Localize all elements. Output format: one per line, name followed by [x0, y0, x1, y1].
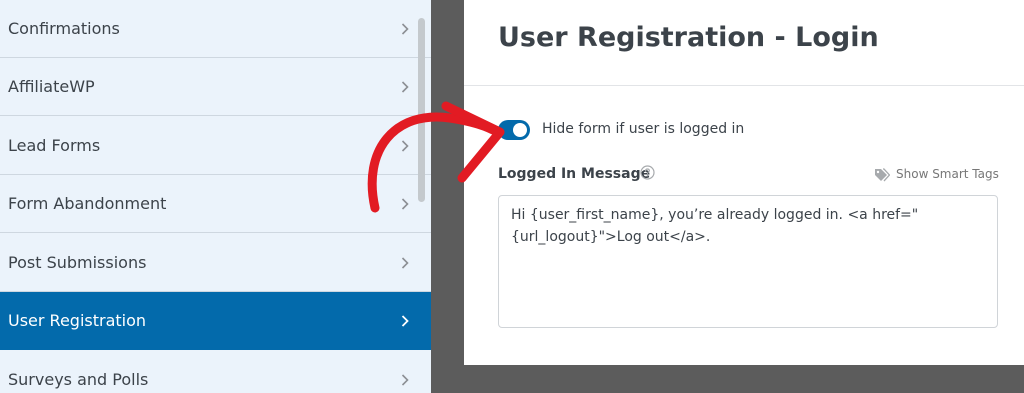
show-smart-tags-label: Show Smart Tags — [896, 167, 999, 181]
toggle-knob — [513, 123, 527, 137]
sidebar-item-label: Lead Forms — [8, 136, 101, 155]
sidebar-item-label: AffiliateWP — [8, 77, 95, 96]
question-circle-icon[interactable] — [640, 165, 655, 180]
settings-panel: User Registration - Login Hide form if u… — [464, 0, 1024, 365]
sidebar-item-user-registration[interactable]: User Registration — [0, 292, 431, 350]
hide-form-toggle[interactable] — [498, 120, 530, 140]
chevron-right-icon — [398, 22, 412, 36]
overlay-gutter — [431, 0, 464, 393]
sidebar-scrollbar[interactable] — [418, 18, 425, 202]
settings-sidebar: Confirmations AffiliateWP Lead Forms For… — [0, 0, 431, 393]
sidebar-item-confirmations[interactable]: Confirmations — [0, 0, 431, 58]
sidebar-item-label: User Registration — [8, 311, 147, 330]
sidebar-item-label: Surveys and Polls — [8, 370, 149, 389]
hide-form-toggle-label: Hide form if user is logged in — [542, 121, 745, 137]
app-root: Confirmations AffiliateWP Lead Forms For… — [0, 0, 1024, 393]
sidebar-item-post-submissions[interactable]: Post Submissions — [0, 234, 431, 292]
page-title: User Registration - Login — [498, 22, 879, 53]
show-smart-tags-link[interactable]: Show Smart Tags — [874, 165, 999, 183]
sidebar-item-affiliatewp[interactable]: AffiliateWP — [0, 58, 431, 116]
sidebar-item-label: Post Submissions — [8, 253, 147, 272]
tags-icon — [874, 167, 891, 182]
chevron-right-icon — [398, 139, 412, 153]
logged-in-message-label: Logged In Message — [498, 166, 651, 182]
sidebar-item-label: Form Abandonment — [8, 194, 167, 213]
sidebar-item-label: Confirmations — [8, 19, 120, 38]
sidebar-item-form-abandonment[interactable]: Form Abandonment — [0, 175, 431, 233]
logged-in-message-textarea[interactable]: Hi {user_first_name}, you’re already log… — [498, 195, 998, 328]
chevron-right-icon — [398, 256, 412, 270]
overlay-bottom — [464, 365, 1024, 393]
sidebar-item-lead-forms[interactable]: Lead Forms — [0, 117, 431, 175]
chevron-right-icon — [398, 314, 412, 328]
title-divider — [464, 85, 1024, 86]
chevron-right-icon — [398, 80, 412, 94]
sidebar-item-surveys-and-polls[interactable]: Surveys and Polls — [0, 351, 431, 393]
chevron-right-icon — [398, 373, 412, 387]
chevron-right-icon — [398, 197, 412, 211]
